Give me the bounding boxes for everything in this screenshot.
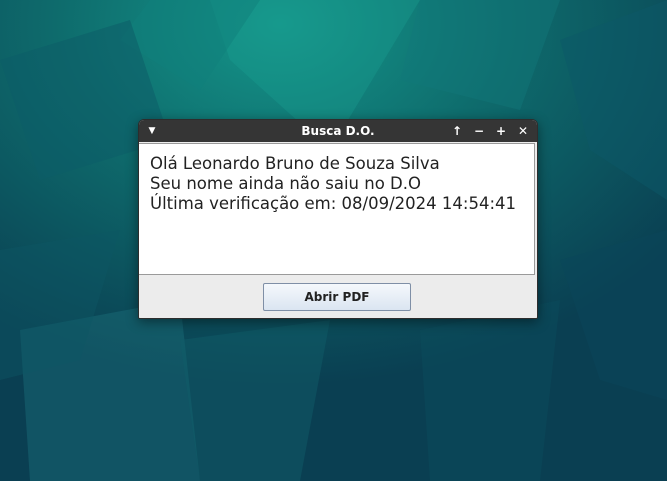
arrow-up-icon[interactable]: ↑ [449,123,465,139]
message-text: Olá Leonardo Bruno de Souza Silva Seu no… [150,154,525,214]
message-text-area[interactable]: Olá Leonardo Bruno de Souza Silva Seu no… [139,143,535,275]
busca-do-window: ▼ Busca D.O. ↑ − + ✕ Olá Leonardo Bruno … [138,119,538,319]
button-bar: Abrir PDF [139,276,537,318]
chevron-down-icon[interactable]: ▼ [145,124,159,138]
title-bar[interactable]: ▼ Busca D.O. ↑ − + ✕ [139,120,537,142]
close-icon[interactable]: ✕ [515,123,531,139]
greeting-line: Olá Leonardo Bruno de Souza Silva [150,154,440,173]
maximize-icon[interactable]: + [493,123,509,139]
minimize-icon[interactable]: − [471,123,487,139]
last-check-line: Última verificação em: 08/09/2024 14:54:… [150,194,517,213]
open-pdf-button[interactable]: Abrir PDF [263,283,411,311]
status-line: Seu nome ainda não saiu no D.O [150,174,421,193]
